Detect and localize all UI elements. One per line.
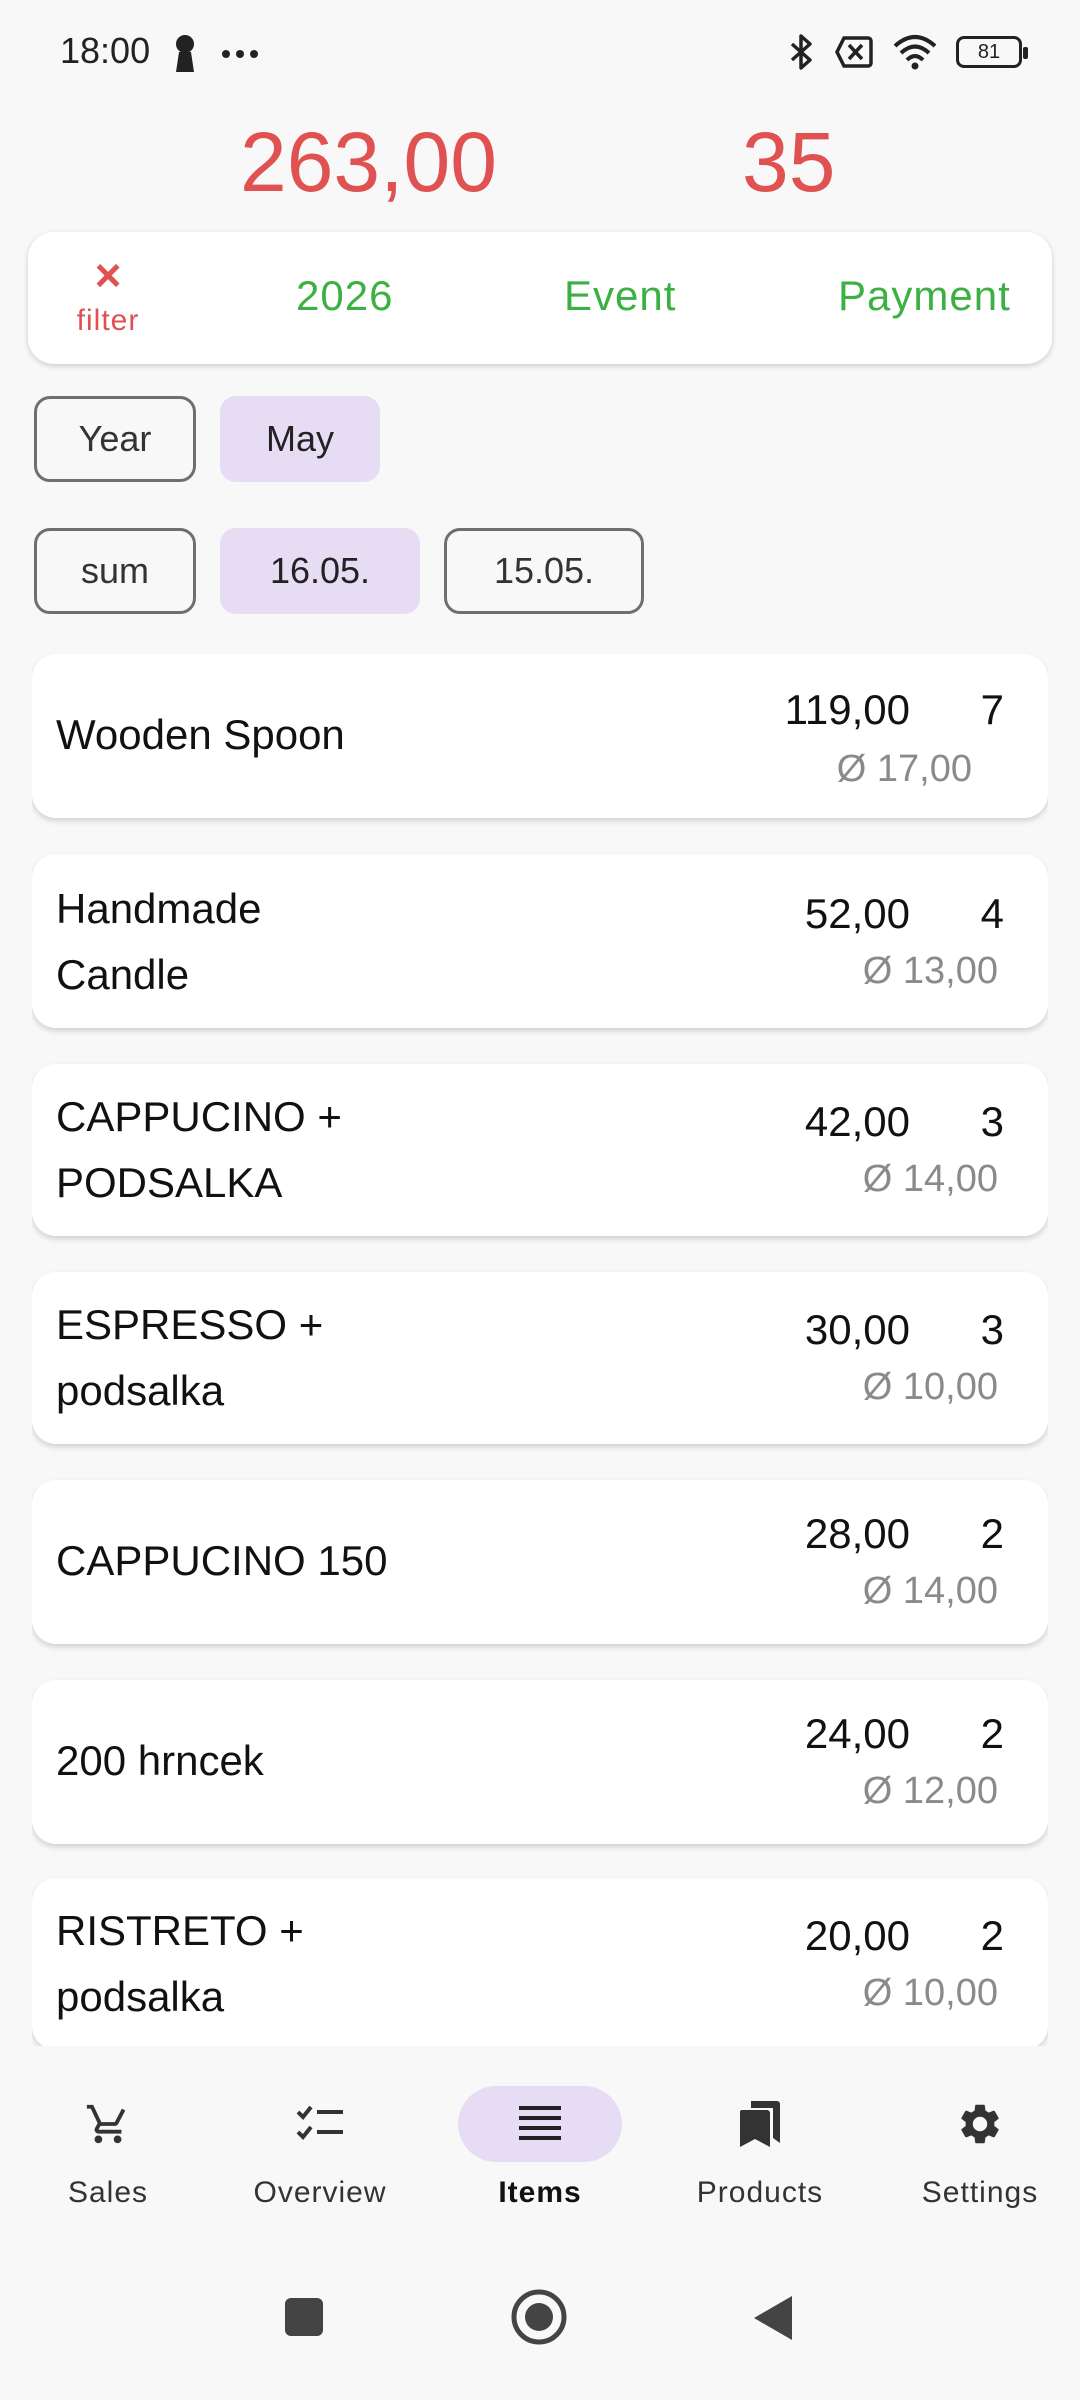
item-total: 52,00 xyxy=(804,890,910,937)
item-average: Ø 14,00 xyxy=(862,1570,998,1612)
list-item[interactable]: 200 hrncek 24,00 2 Ø 12,00 xyxy=(32,1680,1048,1844)
clear-filter-button[interactable]: × filter xyxy=(58,252,158,338)
chip-day-16[interactable]: 16.05. xyxy=(220,528,420,614)
nav-label: Sales xyxy=(67,2176,149,2209)
gear-icon xyxy=(961,2104,999,2144)
back-icon[interactable] xyxy=(752,2294,794,2342)
person-icon xyxy=(176,35,194,72)
item-average: Ø 13,00 xyxy=(862,950,998,992)
chip-sum[interactable]: sum xyxy=(34,528,196,614)
nav-label: Products xyxy=(696,2176,824,2209)
item-qty: 2 xyxy=(980,1510,1004,1557)
item-qty: 4 xyxy=(980,890,1004,937)
clear-filter-label: filter xyxy=(76,304,140,337)
filter-payment[interactable]: Payment xyxy=(838,272,1011,320)
filter-card: × filter 2026 Event Payment xyxy=(28,232,1052,364)
total-sum: 263,00 xyxy=(240,115,497,209)
nav-settings[interactable]: Settings xyxy=(872,2086,1080,2210)
sim-off-icon xyxy=(835,36,873,68)
nav-products[interactable]: Products xyxy=(652,2086,868,2210)
item-total: 20,00 xyxy=(804,1912,910,1959)
total-count: 35 xyxy=(742,115,836,209)
item-total: 119,00 xyxy=(784,686,910,733)
item-average: Ø 10,00 xyxy=(862,1366,998,1408)
item-qty: 3 xyxy=(980,1306,1004,1353)
chip-year[interactable]: Year xyxy=(34,396,196,482)
bottom-navigation: Sales Overview Items Products Settings xyxy=(0,2046,1080,2246)
cart-icon xyxy=(86,2104,126,2144)
item-qty: 7 xyxy=(980,686,1004,733)
checklist-icon xyxy=(296,2105,343,2140)
list-item[interactable]: Handmade Candle 52,00 4 Ø 13,00 xyxy=(32,854,1048,1028)
battery-icon: 81 xyxy=(956,36,1028,68)
item-average: Ø 17,00 xyxy=(836,748,972,790)
nav-label: Overview xyxy=(253,2176,387,2209)
nav-label: Settings xyxy=(921,2176,1039,2209)
list-icon xyxy=(519,2106,561,2140)
filter-year[interactable]: 2026 xyxy=(296,272,393,320)
list-item[interactable]: Wooden Spoon 119,00 7 Ø 17,00 xyxy=(32,654,1048,818)
battery-level: 81 xyxy=(977,40,1001,63)
wifi-icon xyxy=(893,35,937,70)
status-time: 18:00 xyxy=(60,30,151,71)
day-chip-row: sum 16.05. 15.05. xyxy=(34,528,644,614)
item-total: 30,00 xyxy=(804,1306,910,1353)
item-name: CAPPUCINO + PODSALKA xyxy=(56,1093,342,1206)
item-name: Wooden Spoon xyxy=(56,711,345,758)
chip-month[interactable]: May xyxy=(220,396,380,482)
close-icon: × xyxy=(94,249,122,301)
period-chip-row: Year May xyxy=(34,396,380,482)
item-name: Handmade Candle xyxy=(56,885,262,998)
item-total: 24,00 xyxy=(804,1710,910,1757)
item-average: Ø 10,00 xyxy=(862,1972,998,2014)
recents-icon[interactable] xyxy=(283,2296,325,2338)
item-total: 42,00 xyxy=(804,1098,910,1145)
item-average: Ø 14,00 xyxy=(862,1158,998,1200)
chip-day-15[interactable]: 15.05. xyxy=(444,528,644,614)
bluetooth-icon xyxy=(790,34,812,70)
item-qty: 2 xyxy=(980,1710,1004,1757)
bookmarks-icon xyxy=(739,2101,780,2147)
item-average: Ø 12,00 xyxy=(862,1770,998,1812)
list-item[interactable]: ESPRESSO + podsalka 30,00 3 Ø 10,00 xyxy=(32,1272,1048,1444)
item-name: 200 hrncek xyxy=(56,1737,264,1784)
list-item[interactable]: CAPPUCINO 150 28,00 2 Ø 14,00 xyxy=(32,1480,1048,1644)
filter-event[interactable]: Event xyxy=(564,272,676,320)
item-qty: 3 xyxy=(980,1098,1004,1145)
item-name: RISTRETO + podsalka xyxy=(56,1907,304,2020)
item-name: ESPRESSO + podsalka xyxy=(56,1301,324,1414)
item-list: Wooden Spoon 119,00 7 Ø 17,00 Handmade C… xyxy=(32,654,1048,2046)
item-qty: 2 xyxy=(980,1912,1004,1959)
totals-header: 263,00 35 xyxy=(0,110,1080,220)
list-item[interactable]: CAPPUCINO + PODSALKA 42,00 3 Ø 14,00 xyxy=(32,1064,1048,1236)
more-dots-icon xyxy=(222,50,258,58)
nav-items[interactable]: Items xyxy=(432,2086,648,2210)
item-total: 28,00 xyxy=(804,1510,910,1557)
status-bar: 18:00 81 xyxy=(0,0,1080,110)
item-name: CAPPUCINO 150 xyxy=(56,1537,388,1584)
nav-sales[interactable]: Sales xyxy=(0,2086,216,2210)
list-item[interactable]: RISTRETO + podsalka 20,00 2 Ø 10,00 xyxy=(32,1878,1048,2046)
nav-label: Items xyxy=(498,2176,582,2209)
home-icon[interactable] xyxy=(510,2288,568,2346)
nav-overview[interactable]: Overview xyxy=(212,2086,428,2210)
system-navigation-bar xyxy=(0,2246,1080,2400)
